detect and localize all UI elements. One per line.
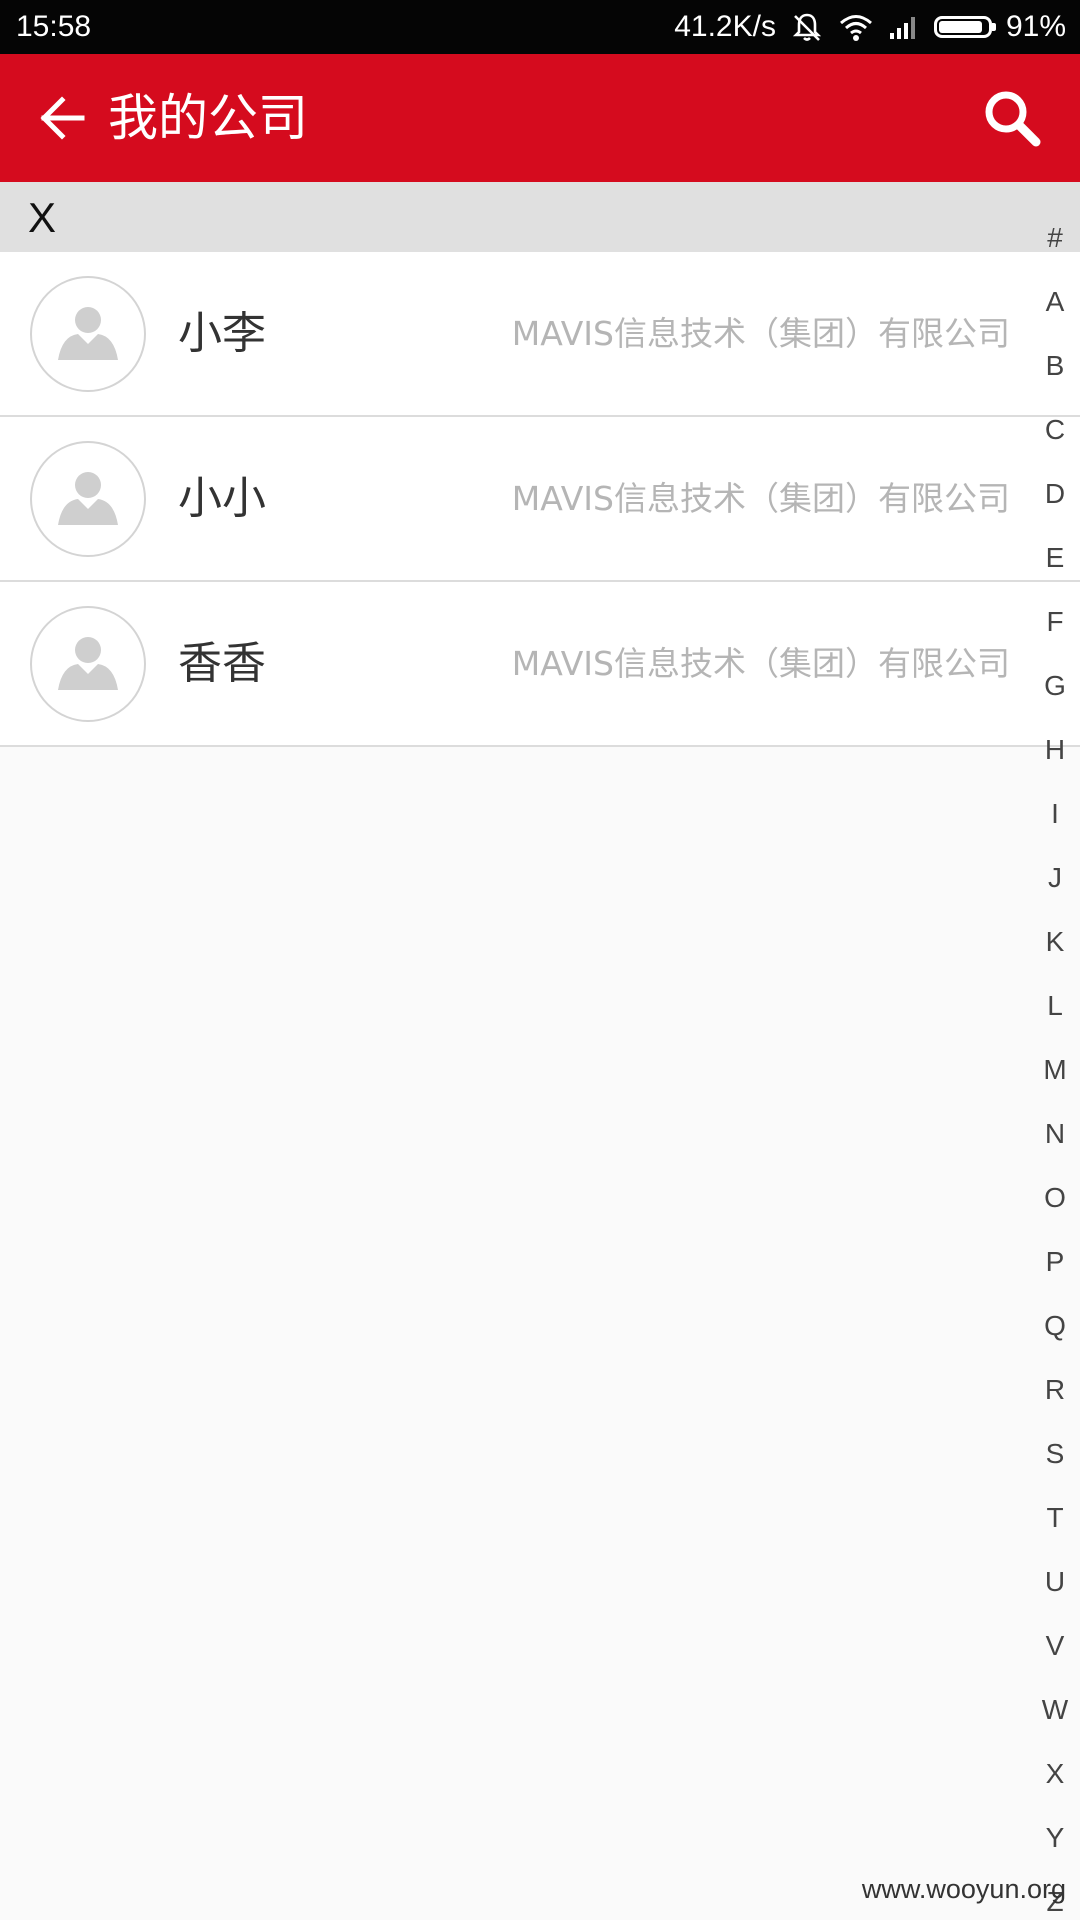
wifi-icon [838, 12, 874, 42]
contact-row[interactable]: 小李 MAVIS信息技术（集团）有限公司 [0, 252, 1080, 417]
section-letter: X [28, 194, 57, 241]
toolbar: 我的公司 [0, 54, 1080, 182]
alphabet-index-letter[interactable]: T [1030, 1486, 1080, 1550]
alphabet-index-letter[interactable]: D [1030, 462, 1080, 526]
person-placeholder-icon [30, 276, 146, 392]
alphabet-index-letter[interactable]: Q [1030, 1294, 1080, 1358]
watermark: www.wooyun.org [861, 1874, 1066, 1904]
back-button[interactable] [22, 78, 102, 158]
contact-name: 香香 [178, 638, 266, 689]
alphabet-index-letter[interactable]: J [1030, 846, 1080, 910]
screen: 15:58 41.2K/s 91% 我的公司 X 小李 MAVIS信息技术（集团… [0, 0, 1080, 1920]
person-placeholder-icon [30, 606, 146, 722]
status-time: 15:58 [16, 10, 92, 43]
contact-row[interactable]: 小小 MAVIS信息技术（集团）有限公司 [0, 417, 1080, 582]
alphabet-index-letter[interactable]: H [1030, 718, 1080, 782]
alphabet-index-letter[interactable]: C [1030, 398, 1080, 462]
alphabet-index-letter[interactable]: P [1030, 1230, 1080, 1294]
person-placeholder-icon [30, 441, 146, 557]
section-header: X [0, 182, 1080, 252]
battery-fill [938, 21, 983, 33]
alphabet-index-letter[interactable]: M [1030, 1038, 1080, 1102]
alphabet-index-letter[interactable]: U [1030, 1550, 1080, 1614]
contact-company: MAVIS信息技术（集团）有限公司 [511, 314, 1010, 353]
alphabet-index-letter[interactable]: E [1030, 526, 1080, 590]
battery-percent: 91% [1005, 10, 1066, 43]
mute-icon [790, 10, 824, 44]
alphabet-index-letter[interactable]: A [1030, 270, 1080, 334]
alphabet-index-letter[interactable]: R [1030, 1358, 1080, 1422]
alphabet-index-letter[interactable]: O [1030, 1166, 1080, 1230]
status-bar: 15:58 41.2K/s 91% [0, 0, 1080, 54]
contact-name: 小小 [178, 473, 266, 524]
alphabet-index-letter[interactable]: W [1030, 1678, 1080, 1742]
alphabet-index-letter[interactable]: X [1030, 1742, 1080, 1806]
alphabet-index-letter[interactable]: V [1030, 1614, 1080, 1678]
alphabet-index-letter[interactable]: Y [1030, 1806, 1080, 1870]
alphabet-index-letter[interactable]: F [1030, 590, 1080, 654]
alphabet-index[interactable]: # A B C D E F G H I J K L M N O P Q R S T U V W X Y Z [1030, 206, 1080, 1920]
search-icon [985, 91, 1041, 147]
status-icons: 41.2K/s 91% [674, 8, 1066, 46]
search-button[interactable] [972, 78, 1052, 158]
contact-company: MAVIS信息技术（集团）有限公司 [511, 479, 1010, 518]
alphabet-index-letter[interactable]: B [1030, 334, 1080, 398]
contact-row[interactable]: 香香 MAVIS信息技术（集团）有限公司 [0, 582, 1080, 747]
alphabet-index-letter[interactable]: I [1030, 782, 1080, 846]
alphabet-index-letter[interactable]: G [1030, 654, 1080, 718]
alphabet-index-letter[interactable]: K [1030, 910, 1080, 974]
battery-icon [933, 16, 996, 38]
alphabet-index-letter[interactable]: S [1030, 1422, 1080, 1486]
alphabet-index-letter[interactable]: # [1030, 206, 1080, 270]
contact-company: MAVIS信息技术（集团）有限公司 [511, 644, 1010, 683]
alphabet-index-letter[interactable]: N [1030, 1102, 1080, 1166]
alphabet-index-letter[interactable]: L [1030, 974, 1080, 1038]
arrow-left-icon [40, 96, 85, 140]
contact-name: 小李 [178, 308, 266, 359]
contact-list: 小李 MAVIS信息技术（集团）有限公司 小小 MAVIS信息技术（集团）有限公… [0, 252, 1080, 747]
page-title: 我的公司 [108, 89, 308, 147]
network-speed: 41.2K/s [674, 10, 776, 43]
signal-icon [888, 13, 920, 41]
